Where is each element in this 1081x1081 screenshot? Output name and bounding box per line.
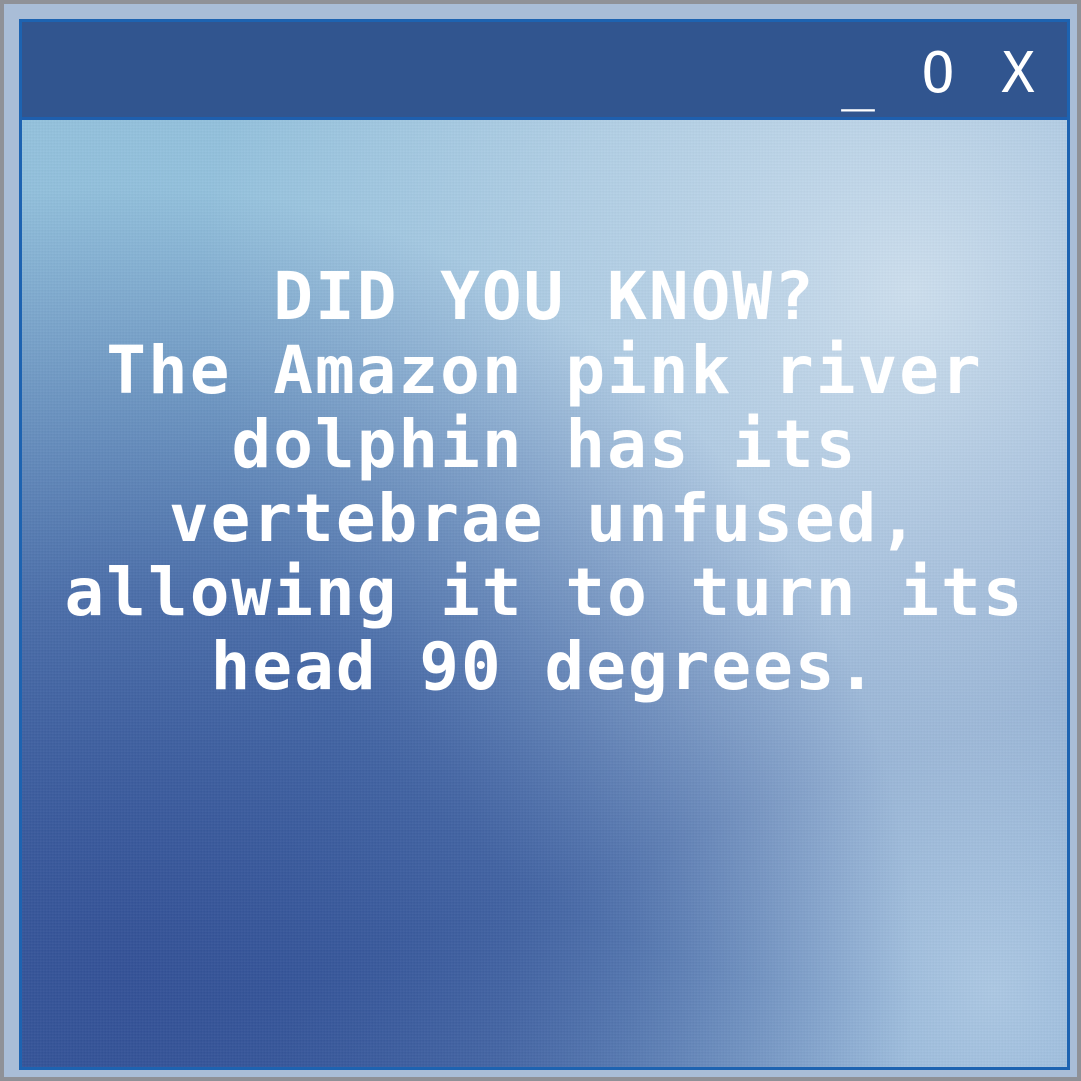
message-line-3: vertebrae unfused, [168, 479, 921, 557]
window-controls: _ O X [831, 40, 1045, 108]
message-line-2: dolphin has its [231, 405, 858, 483]
maximize-icon[interactable]: O [911, 40, 965, 108]
message-line-4: allowing it to turn its [64, 553, 1025, 631]
outer-frame: _ O X DID YOU KNOW? The Amazon pink rive… [0, 0, 1081, 1081]
minimize-icon[interactable]: _ [831, 40, 885, 108]
window-content: DID YOU KNOW? The Amazon pink river dolp… [22, 120, 1067, 1067]
title-bar[interactable]: _ O X [22, 22, 1067, 120]
fact-message: DID YOU KNOW? The Amazon pink river dolp… [52, 260, 1037, 703]
message-heading: DID YOU KNOW? [273, 258, 816, 335]
message-line-1: The Amazon pink river [106, 331, 983, 409]
message-line-5: head 90 degrees. [210, 627, 879, 705]
popup-window: _ O X DID YOU KNOW? The Amazon pink rive… [19, 19, 1070, 1070]
close-icon[interactable]: X [991, 40, 1045, 108]
